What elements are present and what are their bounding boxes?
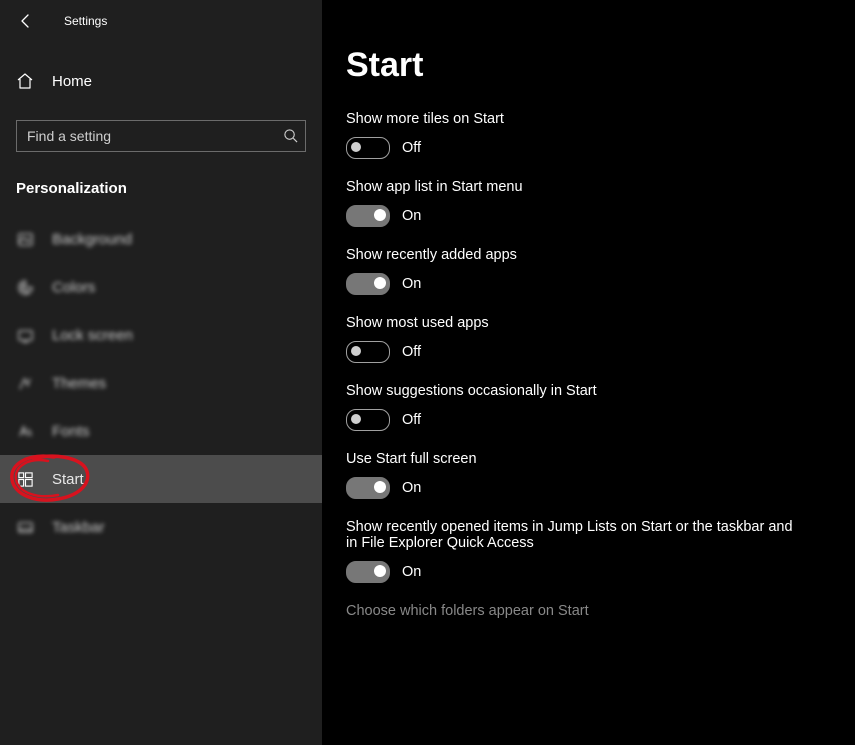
sidebar-item-taskbar[interactable]: Taskbar — [0, 503, 322, 551]
toggle-state-text: On — [402, 276, 421, 292]
settings-app: Settings Home Personalization Background… — [0, 0, 855, 745]
nav-list: Background Colors Lock screen Themes Fonts St… — [0, 215, 322, 551]
setting-label: Show suggestions occasionally in Start — [346, 383, 831, 399]
search-container — [16, 120, 306, 152]
setting-row: Show most used apps Off — [346, 315, 831, 363]
setting-label: Show recently added apps — [346, 247, 831, 263]
home-nav[interactable]: Home — [0, 60, 322, 102]
setting-row: Show suggestions occasionally in Start Of… — [346, 383, 831, 431]
toggle-row: Off — [346, 137, 831, 159]
toggle-knob — [374, 481, 386, 493]
background-icon — [16, 231, 34, 248]
search-input[interactable] — [16, 120, 306, 152]
sidebar-item-label: Background — [52, 231, 132, 248]
toggle-row: On — [346, 477, 831, 499]
back-arrow-icon[interactable] — [18, 13, 34, 29]
toggle-state-text: On — [402, 564, 421, 580]
home-label: Home — [52, 73, 92, 90]
sidebar-item-background[interactable]: Background — [0, 215, 322, 263]
lock-screen-icon — [16, 327, 34, 344]
setting-row: Show recently added apps On — [346, 247, 831, 295]
toggle-switch[interactable] — [346, 273, 390, 295]
toggle-state-text: On — [402, 480, 421, 496]
sidebar-item-label: Fonts — [52, 423, 90, 440]
sidebar-item-themes[interactable]: Themes — [0, 359, 322, 407]
sidebar-item-label: Lock screen — [52, 327, 133, 344]
setting-label: Use Start full screen — [346, 451, 831, 467]
titlebar: Settings — [0, 0, 322, 42]
toggle-state-text: On — [402, 208, 421, 224]
section-header: Personalization — [0, 152, 322, 215]
toggle-knob — [351, 142, 361, 152]
setting-row: Use Start full screen On — [346, 451, 831, 499]
toggle-switch[interactable] — [346, 409, 390, 431]
toggle-knob — [351, 414, 361, 424]
setting-label: Show app list in Start menu — [346, 179, 831, 195]
setting-label: Show most used apps — [346, 315, 831, 331]
search-icon[interactable] — [283, 128, 298, 143]
taskbar-icon — [16, 519, 34, 536]
toggle-switch[interactable] — [346, 137, 390, 159]
toggle-knob — [374, 209, 386, 221]
toggle-knob — [374, 565, 386, 577]
sidebar: Settings Home Personalization Background… — [0, 0, 322, 745]
setting-label: Show recently opened items in Jump Lists… — [346, 519, 796, 551]
setting-label: Show more tiles on Start — [346, 111, 831, 127]
toggle-row: On — [346, 205, 831, 227]
colors-icon — [16, 279, 34, 296]
toggle-state-text: Off — [402, 412, 421, 428]
toggle-knob — [374, 277, 386, 289]
content-pane: Start Show more tiles on Start Off Show ap… — [322, 0, 855, 745]
sidebar-item-label: Themes — [52, 375, 106, 392]
settings-list: Show more tiles on Start Off Show app list… — [346, 111, 831, 583]
toggle-row: Off — [346, 341, 831, 363]
sidebar-item-label: Colors — [52, 279, 95, 296]
fonts-icon — [16, 423, 34, 440]
toggle-switch[interactable] — [346, 477, 390, 499]
toggle-row: On — [346, 273, 831, 295]
toggle-row: On — [346, 561, 831, 583]
start-icon — [16, 471, 34, 488]
sidebar-item-label: Taskbar — [52, 519, 105, 536]
setting-row: Show app list in Start menu On — [346, 179, 831, 227]
folders-link[interactable]: Choose which folders appear on Start — [346, 603, 831, 619]
sidebar-item-colors[interactable]: Colors — [0, 263, 322, 311]
toggle-state-text: Off — [402, 140, 421, 156]
sidebar-item-lock-screen[interactable]: Lock screen — [0, 311, 322, 359]
page-title: Start — [346, 46, 831, 85]
toggle-switch[interactable] — [346, 561, 390, 583]
setting-row: Show recently opened items in Jump Lists… — [346, 519, 831, 583]
toggle-switch[interactable] — [346, 205, 390, 227]
window-title: Settings — [64, 14, 107, 28]
setting-row: Show more tiles on Start Off — [346, 111, 831, 159]
sidebar-item-start[interactable]: Start — [0, 455, 322, 503]
themes-icon — [16, 375, 34, 392]
toggle-switch[interactable] — [346, 341, 390, 363]
home-icon — [16, 72, 34, 90]
toggle-state-text: Off — [402, 344, 421, 360]
toggle-row: Off — [346, 409, 831, 431]
toggle-knob — [351, 346, 361, 356]
sidebar-item-fonts[interactable]: Fonts — [0, 407, 322, 455]
sidebar-item-label: Start — [52, 471, 84, 488]
